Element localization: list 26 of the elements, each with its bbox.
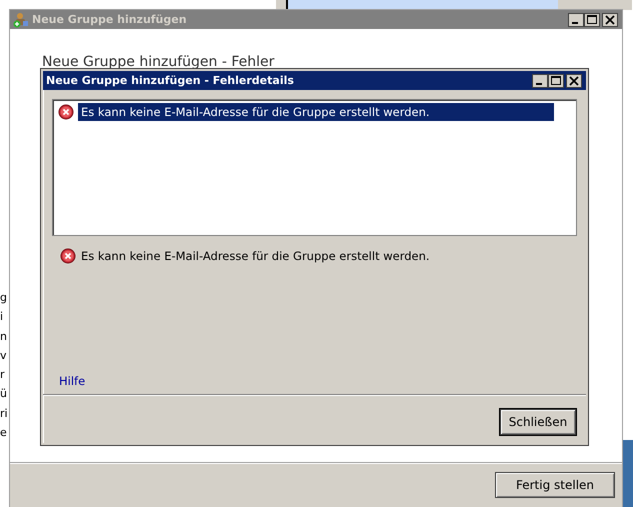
text-fragment: i — [0, 309, 4, 326]
finish-button[interactable]: Fertig stellen — [495, 472, 615, 498]
minimize-icon[interactable] — [568, 12, 584, 26]
error-message: Es kann keine E-Mail-Adresse für die Gruppe erstellt werden. — [81, 249, 430, 263]
text-fragment: v — [0, 348, 8, 364]
maximize-icon[interactable] — [584, 12, 600, 26]
close-icon[interactable] — [602, 12, 618, 26]
window-title: Neue Gruppe hinzufügen - Fehlerdetails — [46, 74, 295, 87]
text-fragment: ü — [0, 386, 8, 402]
help-link[interactable]: Hilfe — [59, 374, 86, 388]
error-list-item[interactable]: Es kann keine E-Mail-Adresse für die Gruppe erstellt werden. — [78, 103, 554, 121]
error-icon — [58, 104, 74, 120]
page-heading: Neue Gruppe hinzufügen - Fehler — [42, 54, 274, 70]
text-fragment: r — [0, 367, 6, 384]
desktop-background — [622, 440, 633, 507]
close-icon[interactable] — [566, 74, 582, 88]
close-button[interactable]: Schließen — [500, 409, 576, 435]
text-fragment: n — [0, 328, 8, 345]
error-icon — [60, 248, 76, 264]
minimize-icon[interactable] — [532, 74, 548, 88]
group-add-icon — [13, 12, 29, 28]
text-fragment: g — [0, 290, 8, 306]
maximize-icon[interactable] — [548, 74, 564, 88]
text-fragment: ri — [0, 406, 9, 422]
window-title: Neue Gruppe hinzufügen — [32, 13, 188, 26]
text-fragment: e — [0, 425, 8, 442]
